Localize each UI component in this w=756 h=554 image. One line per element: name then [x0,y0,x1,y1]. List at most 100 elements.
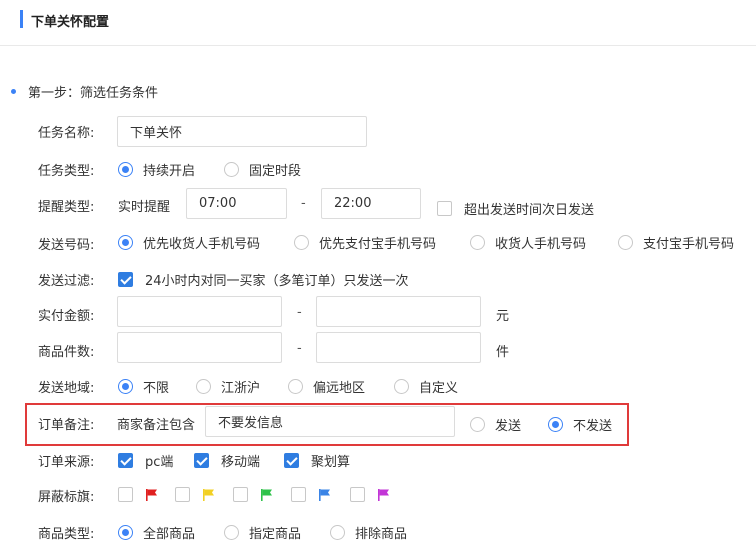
checkbox-label: 超出发送时间次日发送 [464,202,595,218]
region-custom-radio[interactable]: 自定义 [394,378,459,396]
region-unlimited-radio[interactable]: 不限 [118,378,170,396]
yellow-flag-icon [203,488,214,501]
radio-checked-icon [118,378,133,394]
note-contains-label: 商家备注包含 [117,418,196,433]
radio-label: 支付宝手机号码 [643,236,735,252]
checkbox-checked-icon [118,452,133,468]
checkbox-checked-icon [118,271,133,287]
paid-amount-label: 实付金额: [38,309,95,324]
red-flag-icon [146,488,157,501]
source-pc-checkbox[interactable]: pc端 [118,452,174,470]
next-day-send-checkbox[interactable]: 超出发送时间次日发送 [437,200,595,218]
radio-label: 指定商品 [249,526,302,542]
currency-unit: 元 [496,309,510,324]
remind-type-label: 提醒类型: [38,200,95,215]
block-flag-purple-checkbox[interactable] [350,487,391,502]
radio-label: 发送 [495,418,522,434]
task-type-continuous-radio[interactable]: 持续开启 [118,161,196,179]
task-name-input[interactable]: 下单关怀 [117,116,367,147]
checkbox-checked-icon [284,452,299,468]
block-flags-label: 屏蔽标旗: [38,490,95,505]
task-type-fixed-radio[interactable]: 固定时段 [224,161,301,179]
step-one-title: 第一步：筛选任务条件 [28,85,159,101]
product-specified-radio[interactable]: 指定商品 [224,524,302,542]
checkbox-unchecked-icon [437,200,452,216]
radio-unchecked-icon [224,161,239,177]
radio-unchecked-icon [330,524,345,540]
checkbox-unchecked-icon [118,487,133,502]
time-separator: - [301,196,306,211]
radio-unchecked-icon [224,524,239,540]
block-flag-blue-checkbox[interactable] [291,487,332,502]
checkbox-label: 24小时内对同一买家（多笔订单）只发送一次 [145,273,409,289]
block-flag-green-checkbox[interactable] [233,487,274,502]
radio-label: 偏远地区 [313,380,366,396]
radio-unchecked-icon [288,378,303,394]
radio-label: 全部商品 [143,526,196,542]
radio-unchecked-icon [470,234,485,250]
checkbox-unchecked-icon [233,487,248,502]
count-unit: 件 [496,345,510,360]
end-time-input[interactable]: 22:00 [321,188,421,219]
paid-amount-min-input[interactable] [117,296,282,327]
count-separator: - [297,341,302,356]
green-flag-icon [261,488,272,501]
product-type-label: 商品类型: [38,527,95,542]
radio-label: 江浙沪 [221,380,261,396]
radio-label: 自定义 [419,380,459,396]
start-time-input[interactable]: 07:00 [186,188,287,219]
note-no-send-radio[interactable]: 不发送 [548,416,613,434]
send-number-option-1-radio[interactable]: 优先收货人手机号码 [118,234,260,252]
purple-flag-icon [378,488,389,501]
radio-unchecked-icon [294,234,309,250]
item-count-label: 商品件数: [38,345,95,360]
checkbox-label: pc端 [145,454,174,470]
checkbox-label: 移动端 [221,454,261,470]
order-source-label: 订单来源: [38,455,95,470]
radio-label: 收货人手机号码 [495,236,587,252]
region-remote-radio[interactable]: 偏远地区 [288,378,366,396]
radio-label: 不发送 [573,418,613,434]
radio-unchecked-icon [196,378,211,394]
radio-label: 不限 [143,380,170,396]
radio-checked-icon [548,416,563,432]
send-number-label: 发送号码: [38,238,95,253]
send-number-option-2-radio[interactable]: 优先支付宝手机号码 [294,234,437,252]
radio-unchecked-icon [470,416,485,432]
radio-label: 优先支付宝手机号码 [319,236,437,252]
bullet-dot-icon [11,88,16,94]
page-header: 下单关怀配置 [0,0,756,46]
task-type-label: 任务类型: [38,164,95,179]
checkbox-unchecked-icon [291,487,306,502]
send-number-option-3-radio[interactable]: 收货人手机号码 [470,234,587,252]
source-mobile-checkbox[interactable]: 移动端 [194,452,261,470]
checkbox-unchecked-icon [350,487,365,502]
page-title: 下单关怀配置 [31,15,110,30]
amount-separator: - [297,305,302,320]
source-juhuasuan-checkbox[interactable]: 聚划算 [284,452,351,470]
radio-checked-icon [118,524,133,540]
order-note-label: 订单备注: [38,418,95,433]
remind-mode-text: 实时提醒 [118,200,171,215]
radio-unchecked-icon [394,378,409,394]
product-excluded-radio[interactable]: 排除商品 [330,524,408,542]
item-count-min-input[interactable] [117,332,282,363]
order-note-keyword-input[interactable]: 不要发信息 [205,406,455,437]
checkbox-checked-icon [194,452,209,468]
checkbox-label: 聚划算 [311,454,351,470]
radio-checked-icon [118,234,133,250]
paid-amount-max-input[interactable] [316,296,481,327]
item-count-max-input[interactable] [316,332,481,363]
block-flag-red-checkbox[interactable] [118,487,159,502]
radio-checked-icon [118,161,133,177]
note-send-radio[interactable]: 发送 [470,416,522,434]
product-all-radio[interactable]: 全部商品 [118,524,196,542]
send-region-label: 发送地域: [38,381,95,396]
radio-label: 持续开启 [143,163,196,179]
region-jzh-radio[interactable]: 江浙沪 [196,378,261,396]
send-once-24h-checkbox[interactable]: 24小时内对同一买家（多笔订单）只发送一次 [118,271,409,289]
send-filter-label: 发送过滤: [38,274,95,289]
send-number-option-4-radio[interactable]: 支付宝手机号码 [618,234,735,252]
block-flag-yellow-checkbox[interactable] [175,487,216,502]
radio-label: 排除商品 [355,526,408,542]
